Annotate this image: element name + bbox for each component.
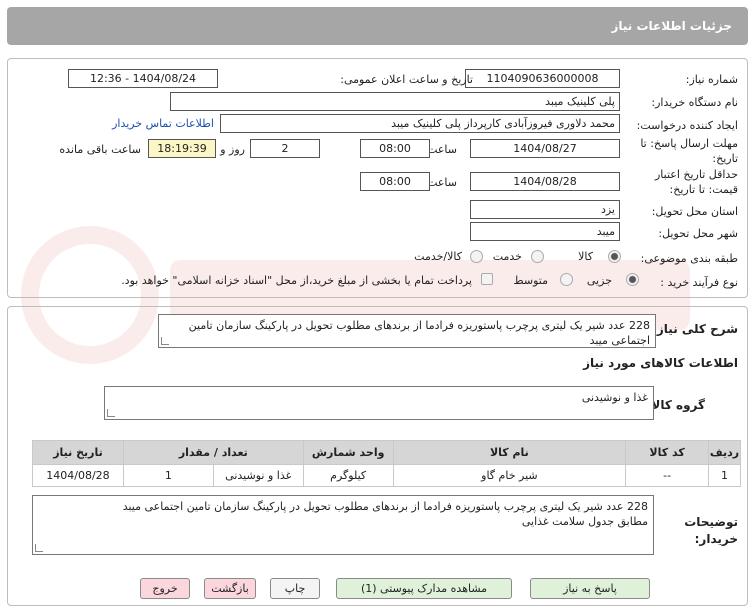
need-number-label: شماره نیاز: bbox=[685, 73, 738, 86]
summary-text: 228 عدد شیر یک لیتری پرچرب پاستوریزه فرا… bbox=[188, 319, 650, 347]
goods-info-title: اطلاعات کالاهای مورد نیاز bbox=[583, 356, 738, 370]
buyer-org-label: نام دستگاه خریدار: bbox=[651, 96, 738, 109]
buyer-notes-label: توضیحات خریدار: bbox=[684, 515, 738, 546]
deadline-label: مهلت ارسال پاسخ: تا تاریخ: bbox=[640, 137, 738, 165]
need-number-field: 1104090636000008 bbox=[465, 69, 620, 88]
category-radio-service[interactable] bbox=[531, 250, 544, 263]
city-label: شهر محل تحویل: bbox=[658, 227, 738, 240]
buyer-notes-line-2: مطابق جدول سلامت غذایی bbox=[521, 515, 648, 528]
table-row: 1 -- شیر خام گاو کیلوگرم غذا و نوشیدنی 1… bbox=[32, 464, 741, 487]
resize-grip-icon[interactable] bbox=[161, 337, 169, 345]
col-header-need-date: تاریخ نیاز bbox=[32, 440, 124, 465]
page-header: جزئیات اطلاعات نیاز bbox=[7, 7, 748, 45]
validity-time-field: 08:00 bbox=[360, 172, 430, 191]
print-button[interactable]: چاپ bbox=[270, 578, 320, 599]
treasury-payment-checkbox[interactable] bbox=[481, 273, 493, 285]
validity-time-label: ساعت bbox=[427, 176, 457, 189]
category-option-goods: کالا bbox=[578, 250, 593, 263]
view-documents-button[interactable]: مشاهده مدارک پیوستی (1) bbox=[336, 578, 512, 599]
remaining-time-field: 18:19:39 bbox=[148, 139, 216, 158]
validity-date-field: 1404/08/28 bbox=[470, 172, 620, 191]
announce-field: 1404/08/24 - 12:36 bbox=[68, 69, 218, 88]
col-header-row-number: ردیف bbox=[708, 440, 741, 465]
cell-item-code: -- bbox=[625, 464, 710, 487]
province-field: یزد bbox=[470, 200, 620, 219]
announce-label: تاریخ و ساعت اعلان عمومی: bbox=[340, 73, 473, 86]
reply-button[interactable]: پاسخ به نیاز bbox=[530, 578, 650, 599]
buyer-notes-textarea[interactable]: 228 عدد شیر یک لیتری پرچرب پاستوریزه فرا… bbox=[32, 495, 654, 555]
process-radio-minor[interactable] bbox=[626, 273, 639, 286]
category-radio-goods[interactable] bbox=[608, 250, 621, 263]
cell-row-number: 1 bbox=[708, 464, 741, 487]
cell-group: غذا و نوشیدنی bbox=[212, 464, 304, 487]
cell-need-date: 1404/08/28 bbox=[32, 464, 124, 487]
exit-button[interactable]: خروج bbox=[140, 578, 190, 599]
validity-label: حداقل تاریخ اعتبار قیمت: تا تاریخ: bbox=[654, 168, 738, 196]
remaining-label: ساعت باقی مانده bbox=[59, 143, 141, 156]
group-label: گروه کالا: bbox=[646, 398, 705, 412]
days-field: 2 bbox=[250, 139, 320, 158]
creator-field: محمد دلاوری فیروزآبادی کارپرداز پلی کلین… bbox=[220, 114, 620, 133]
col-header-unit: واحد شمارش bbox=[302, 440, 394, 465]
category-label: طبقه بندی موضوعی: bbox=[640, 252, 738, 265]
payment-note: پرداخت تمام یا بخشی از مبلغ خرید،از محل … bbox=[121, 274, 472, 287]
buyer-notes-line-1: 228 عدد شیر یک لیتری پرچرب پاستوریزه فرا… bbox=[122, 500, 648, 513]
creator-label: ایجاد کننده درخواست: bbox=[636, 119, 738, 132]
items-table: ردیف کد کالا نام کالا واحد شمارش تعداد /… bbox=[32, 440, 741, 487]
summary-textarea[interactable]: 228 عدد شیر یک لیتری پرچرب پاستوریزه فرا… bbox=[158, 314, 656, 348]
province-label: استان محل تحویل: bbox=[651, 205, 738, 218]
col-header-item-name: نام کالا bbox=[392, 440, 627, 465]
resize-grip-icon[interactable] bbox=[107, 409, 115, 417]
col-header-quantity: تعداد / مقدار bbox=[122, 440, 304, 465]
deadline-time-field: 08:00 bbox=[360, 139, 430, 158]
category-option-both: کالا/خدمت bbox=[414, 250, 462, 263]
cell-quantity: 1 bbox=[122, 464, 214, 487]
process-option-minor: جزیی bbox=[586, 274, 612, 287]
cell-unit: کیلوگرم bbox=[302, 464, 394, 487]
process-label: نوع فرآیند خرید : bbox=[660, 276, 738, 289]
category-option-service: خدمت bbox=[492, 250, 522, 263]
deadline-time-label: ساعت bbox=[427, 143, 457, 156]
process-radio-medium[interactable] bbox=[560, 273, 573, 286]
cell-item-name: شیر خام گاو bbox=[392, 464, 627, 487]
page-title: جزئیات اطلاعات نیاز bbox=[611, 19, 732, 33]
resize-grip-icon[interactable] bbox=[35, 544, 43, 552]
buyer-contact-link[interactable]: اطلاعات تماس خریدار bbox=[112, 117, 214, 130]
group-textarea[interactable]: غذا و نوشیدنی bbox=[104, 386, 654, 420]
process-option-medium: متوسط bbox=[513, 274, 548, 287]
group-text: غذا و نوشیدنی bbox=[581, 391, 648, 404]
deadline-date-field: 1404/08/27 bbox=[470, 139, 620, 158]
back-button[interactable]: بازگشت bbox=[204, 578, 256, 599]
city-field: میبد bbox=[470, 222, 620, 241]
category-radio-both[interactable] bbox=[470, 250, 483, 263]
summary-label: شرح کلی نیاز: bbox=[652, 322, 738, 336]
days-label: روز و bbox=[220, 143, 245, 156]
buyer-org-field: پلی کلینیک میبد bbox=[170, 92, 620, 111]
table-header-row: ردیف کد کالا نام کالا واحد شمارش تعداد /… bbox=[32, 440, 741, 465]
col-header-item-code: کد کالا bbox=[625, 440, 710, 465]
